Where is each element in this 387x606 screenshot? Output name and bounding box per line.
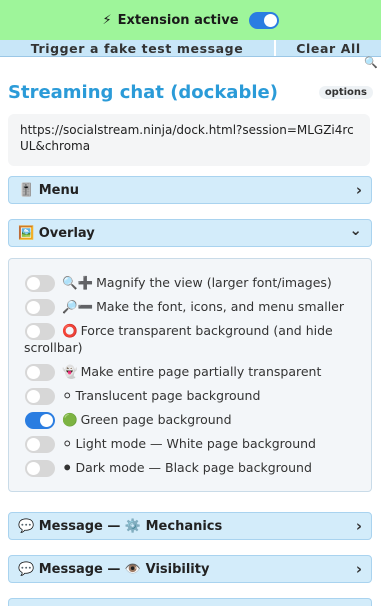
section-visibility-label: Message — 👁️ Visibility [38, 561, 210, 577]
light-mode-toggle[interactable] [25, 436, 55, 453]
white-circle-icon: ⚪ [61, 436, 73, 451]
section-menu[interactable]: 🎚️ Menu › [8, 176, 372, 204]
section-overlay-label: Overlay [38, 225, 95, 241]
chevron-right-icon: › [355, 181, 362, 199]
black-circle-icon: ⚫ [61, 460, 73, 475]
overlay-options-panel: 🔍➕ Magnify the view (larger font/images) … [8, 258, 372, 492]
section-overlay[interactable]: 🖼️ Overlay ⌄ [8, 219, 372, 247]
section-mechanics-label: Message — ⚙️ Mechanics [38, 518, 223, 534]
partial-transparent-toggle[interactable] [25, 364, 55, 381]
bolt-icon: ⚡ [102, 12, 112, 28]
option-label: Force transparent background (and hide [80, 323, 333, 338]
picture-icon: 🖼️ [18, 225, 35, 241]
toggle-knob [263, 13, 277, 27]
section-menu-label: Menu [38, 182, 79, 198]
circle-icon: ⭕ [61, 323, 78, 338]
white-circle-icon: ⚪ [61, 388, 73, 403]
speech-bubble-icon: 💬 [18, 561, 35, 577]
option-label: Green page background [80, 412, 232, 427]
search-icon[interactable]: 🔍 [364, 56, 378, 69]
option-magnify: 🔍➕ Magnify the view (larger font/images) [25, 275, 365, 292]
options-button[interactable]: options [318, 86, 373, 99]
option-dark-mode: ⚫ Dark mode — Black page background [25, 460, 365, 477]
option-green-bg: 🟢 Green page background [25, 412, 365, 429]
chevron-down-icon: ⌄ [349, 221, 362, 239]
chevron-right-icon: › [355, 560, 362, 578]
option-transparent-bg: ⭕ Force transparent background (and hide … [24, 323, 365, 356]
translucent-bg-toggle[interactable] [25, 388, 55, 405]
section-message-mechanics[interactable]: 💬 Message — ⚙️ Mechanics › [8, 512, 372, 540]
ghost-icon: 👻 [61, 364, 78, 379]
option-label-continued: scrollbar) [24, 340, 83, 355]
green-circle-icon: 🟢 [61, 412, 78, 427]
extension-status-bar: ⚡ Extension active [0, 0, 381, 40]
option-label: Translucent page background [75, 388, 261, 403]
shrink-icon: 🔎➖ [61, 299, 94, 314]
option-translucent-bg: ⚪ Translucent page background [25, 388, 365, 405]
page-title: Streaming chat (dockable) [8, 82, 278, 103]
dark-mode-toggle[interactable] [25, 460, 55, 477]
chevron-right-icon: › [355, 517, 362, 535]
smaller-toggle[interactable] [25, 299, 55, 316]
option-label: Dark mode — Black page background [75, 460, 312, 475]
option-label: Make the font, icons, and menu smaller [96, 299, 345, 314]
trigger-test-message-button[interactable]: Trigger a fake test message [0, 40, 276, 56]
extension-status-label: Extension active [117, 12, 239, 28]
option-label: Magnify the view (larger font/images) [96, 275, 332, 290]
magnify-icon: 🔍➕ [61, 275, 94, 290]
slider-icon: 🎚️ [18, 182, 35, 198]
option-smaller: 🔎➖ Make the font, icons, and menu smaller [25, 299, 365, 316]
option-label: Light mode — White page background [75, 436, 316, 451]
dock-url-field[interactable]: https://socialstream.ninja/dock.html?ses… [8, 114, 370, 166]
clear-all-button[interactable]: Clear All [276, 40, 381, 56]
option-label: Make entire page partially transparent [80, 364, 322, 379]
speech-bubble-icon: 💬 [18, 518, 35, 534]
option-partial-transparent: 👻 Make entire page partially transparent [25, 364, 365, 381]
transparent-bg-toggle[interactable] [25, 323, 55, 340]
option-light-mode: ⚪ Light mode — White page background [25, 436, 365, 453]
action-row: Trigger a fake test message Clear All [0, 40, 381, 57]
extension-toggle[interactable] [248, 11, 279, 29]
section-next-partial[interactable] [8, 598, 372, 606]
magnify-toggle[interactable] [25, 275, 55, 292]
section-message-visibility[interactable]: 💬 Message — 👁️ Visibility › [8, 555, 372, 583]
green-bg-toggle[interactable] [25, 412, 55, 429]
